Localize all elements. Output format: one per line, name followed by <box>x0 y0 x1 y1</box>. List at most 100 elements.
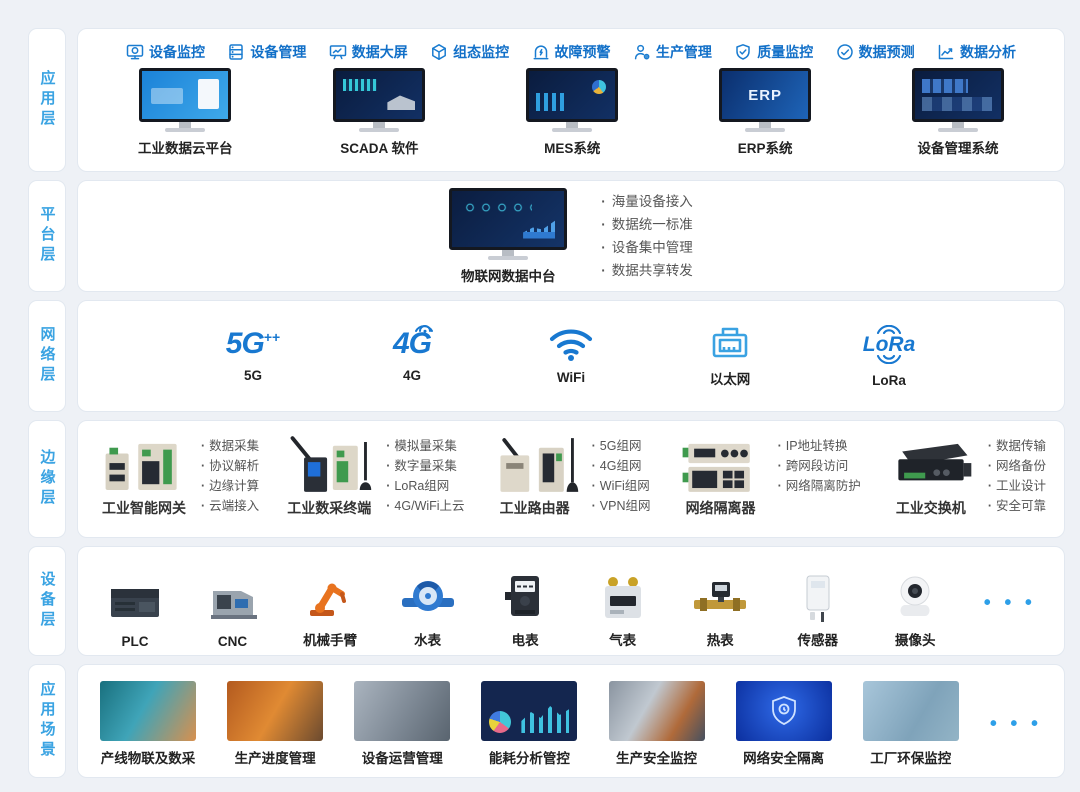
platform-bullet: 数据共享转发 <box>601 259 693 282</box>
layer-label-text: 设备层 <box>40 571 55 631</box>
platform-bullet: 设备集中管理 <box>601 236 693 259</box>
feature-label: 设备管理 <box>250 42 306 62</box>
monitor-image-scada <box>333 68 425 132</box>
network-items-row: 5G++ 5G 4G 4G WiFi 以太网 Lo <box>78 301 1064 411</box>
layer-label-text: 平台层 <box>40 206 55 266</box>
sensor-image <box>789 572 847 624</box>
edge-layer-row: 边缘层 工业智能网关 数据采集 协议解析 边缘计算 云端接入 <box>28 420 1065 538</box>
layer-label-platform: 平台层 <box>28 180 66 292</box>
feature-production-management: 生产管理 <box>633 42 712 62</box>
network-item-ethernet: 以太网 <box>700 325 760 388</box>
device-heat-meter: 热表 <box>691 557 749 649</box>
system-mes: MES系统 <box>526 68 618 157</box>
gas-meter-image <box>594 572 652 624</box>
system-name: SCADA 软件 <box>340 137 418 157</box>
energy-analysis-image <box>481 681 577 741</box>
4g-logo-icon: 4G <box>393 329 431 359</box>
alarm-icon <box>532 43 550 61</box>
feature-data-analysis: 数据分析 <box>937 42 1016 62</box>
heat-meter-image <box>691 572 749 624</box>
device-plc: PLC <box>106 557 164 649</box>
system-name: ERP系统 <box>738 137 793 157</box>
system-erp: ERP ERP系统 <box>719 68 811 157</box>
iot-data-platform: 物联网数据中台 <box>449 188 567 285</box>
feature-label: 质量监控 <box>757 42 813 62</box>
network-isolator-image <box>673 434 769 496</box>
device-electric-meter: 电表 <box>496 557 554 649</box>
system-name: MES系统 <box>544 137 600 157</box>
layer-label-text: 应用场景 <box>40 681 55 761</box>
scenario-production-safety: 生产安全监控 <box>609 681 705 767</box>
device-management-icon <box>227 43 245 61</box>
feature-data-bigscreen: 数据大屏 <box>329 42 408 62</box>
data-bigscreen-icon <box>329 43 347 61</box>
scenario-items-row: 产线物联及数采 生产进度管理 设备运营管理 能耗分析管控 生产安全监控 <box>78 665 1064 777</box>
wifi-icon <box>548 327 594 361</box>
application-layer-card: 设备监控 设备管理 数据大屏 组态监控 故障预警 生产管理 <box>77 28 1065 172</box>
platform-layer-card: 物联网数据中台 海量设备接入 数据统一标准 设备集中管理 数据共享转发 <box>77 180 1065 292</box>
system-name: 工业数据云平台 <box>138 137 233 157</box>
feature-label: 数据大屏 <box>352 42 408 62</box>
edge-layer-card: 工业智能网关 数据采集 协议解析 边缘计算 云端接入 <box>77 420 1065 538</box>
layer-label-scenario: 应用场景 <box>28 664 66 778</box>
scenario-equipment-operation: 设备运营管理 <box>354 681 450 767</box>
feature-scada-configuration: 组态监控 <box>430 42 509 62</box>
edge-group-switch: 工业交换机 数据传输 网络备份 工业设计 安全可靠 <box>883 434 1046 518</box>
network-item-wifi: WiFi <box>541 327 601 385</box>
network-item-4g: 4G 4G <box>382 329 442 383</box>
platform-layer-row: 平台层 物联网数据中台 海量设备接入 数据统一标准 设备集中管理 数据共享转发 <box>28 180 1065 292</box>
device-layer-card: PLC CNC 机械手臂 水表 电表 气表 <box>77 546 1065 656</box>
edge-group-daq-terminal: 工业数采终端 模拟量采集 数字量采集 LoRa组网 4G/WiFi上云 <box>281 434 464 518</box>
5g-logo-icon: 5G++ <box>226 329 280 359</box>
scenario-energy-analysis: 能耗分析管控 <box>481 681 577 767</box>
device-gas-meter: 气表 <box>594 557 652 649</box>
edge-bullets: 数据传输 网络备份 工业设计 安全可靠 <box>988 434 1046 518</box>
layer-label-text: 网络层 <box>40 326 55 386</box>
network-security-image <box>736 681 832 741</box>
ethernet-port-icon <box>710 325 750 359</box>
edge-bullets: 模拟量采集 数字量采集 LoRa组网 4G/WiFi上云 <box>386 434 464 518</box>
system-scada: SCADA 软件 <box>333 68 425 157</box>
layer-label-device: 设备层 <box>28 546 66 656</box>
monitor-image-dms <box>912 68 1004 132</box>
electric-meter-image <box>496 572 554 624</box>
lora-logo-icon: LoRa <box>863 325 916 364</box>
network-item-lora: LoRa LoRa <box>859 325 919 388</box>
feature-fault-alert: 故障预警 <box>532 42 611 62</box>
camera-image <box>886 572 944 624</box>
scenario-factory-environment: 工厂环保监控 <box>863 681 959 767</box>
layer-label-app: 应用层 <box>28 28 66 172</box>
feature-row: 设备监控 设备管理 数据大屏 组态监控 故障预警 生产管理 <box>78 29 1064 64</box>
layer-label-text: 边缘层 <box>40 449 55 509</box>
configuration-cube-icon <box>430 43 448 61</box>
erp-screen-text: ERP <box>748 87 782 104</box>
feature-device-management: 设备管理 <box>227 42 306 62</box>
device-water-meter: 水表 <box>399 557 457 649</box>
feature-quality-monitoring: 质量监控 <box>734 42 813 62</box>
trend-chart-icon <box>937 43 955 61</box>
edge-bullets: 5G组网 4G组网 WiFi组网 VPN组网 <box>592 434 651 518</box>
network-item-5g: 5G++ 5G <box>223 329 283 383</box>
scenario-layer-card: 产线物联及数采 生产进度管理 设备运营管理 能耗分析管控 生产安全监控 <box>77 664 1065 778</box>
feature-label: 故障预警 <box>555 42 611 62</box>
systems-row: 工业数据云平台 SCADA 软件 MES系统 ERP ERP系统 设备管理系统 <box>78 64 1064 157</box>
edge-device-name: 工业路由器 <box>500 498 570 518</box>
equipment-operation-image <box>354 681 450 741</box>
system-industrial-cloud: 工业数据云平台 <box>138 68 233 157</box>
feature-label: 设备监控 <box>149 42 205 62</box>
feature-label: 组态监控 <box>453 42 509 62</box>
edge-device-name: 工业智能网关 <box>102 498 186 518</box>
edge-device-name: 工业数采终端 <box>287 498 371 518</box>
daq-terminal-image <box>281 434 377 496</box>
layer-label-edge: 边缘层 <box>28 420 66 538</box>
production-progress-image <box>227 681 323 741</box>
device-monitoring-icon <box>126 43 144 61</box>
edge-devices-row: 工业智能网关 数据采集 协议解析 边缘计算 云端接入 <box>78 421 1064 537</box>
device-robot-arm: 机械手臂 <box>301 557 359 649</box>
scenario-production-progress: 生产进度管理 <box>227 681 323 767</box>
platform-system-name: 物联网数据中台 <box>461 265 556 285</box>
production-line-iot-image <box>100 681 196 741</box>
monitor-image-cloud <box>139 68 231 132</box>
feature-label: 数据分析 <box>960 42 1016 62</box>
platform-bullet: 数据统一标准 <box>601 213 693 236</box>
